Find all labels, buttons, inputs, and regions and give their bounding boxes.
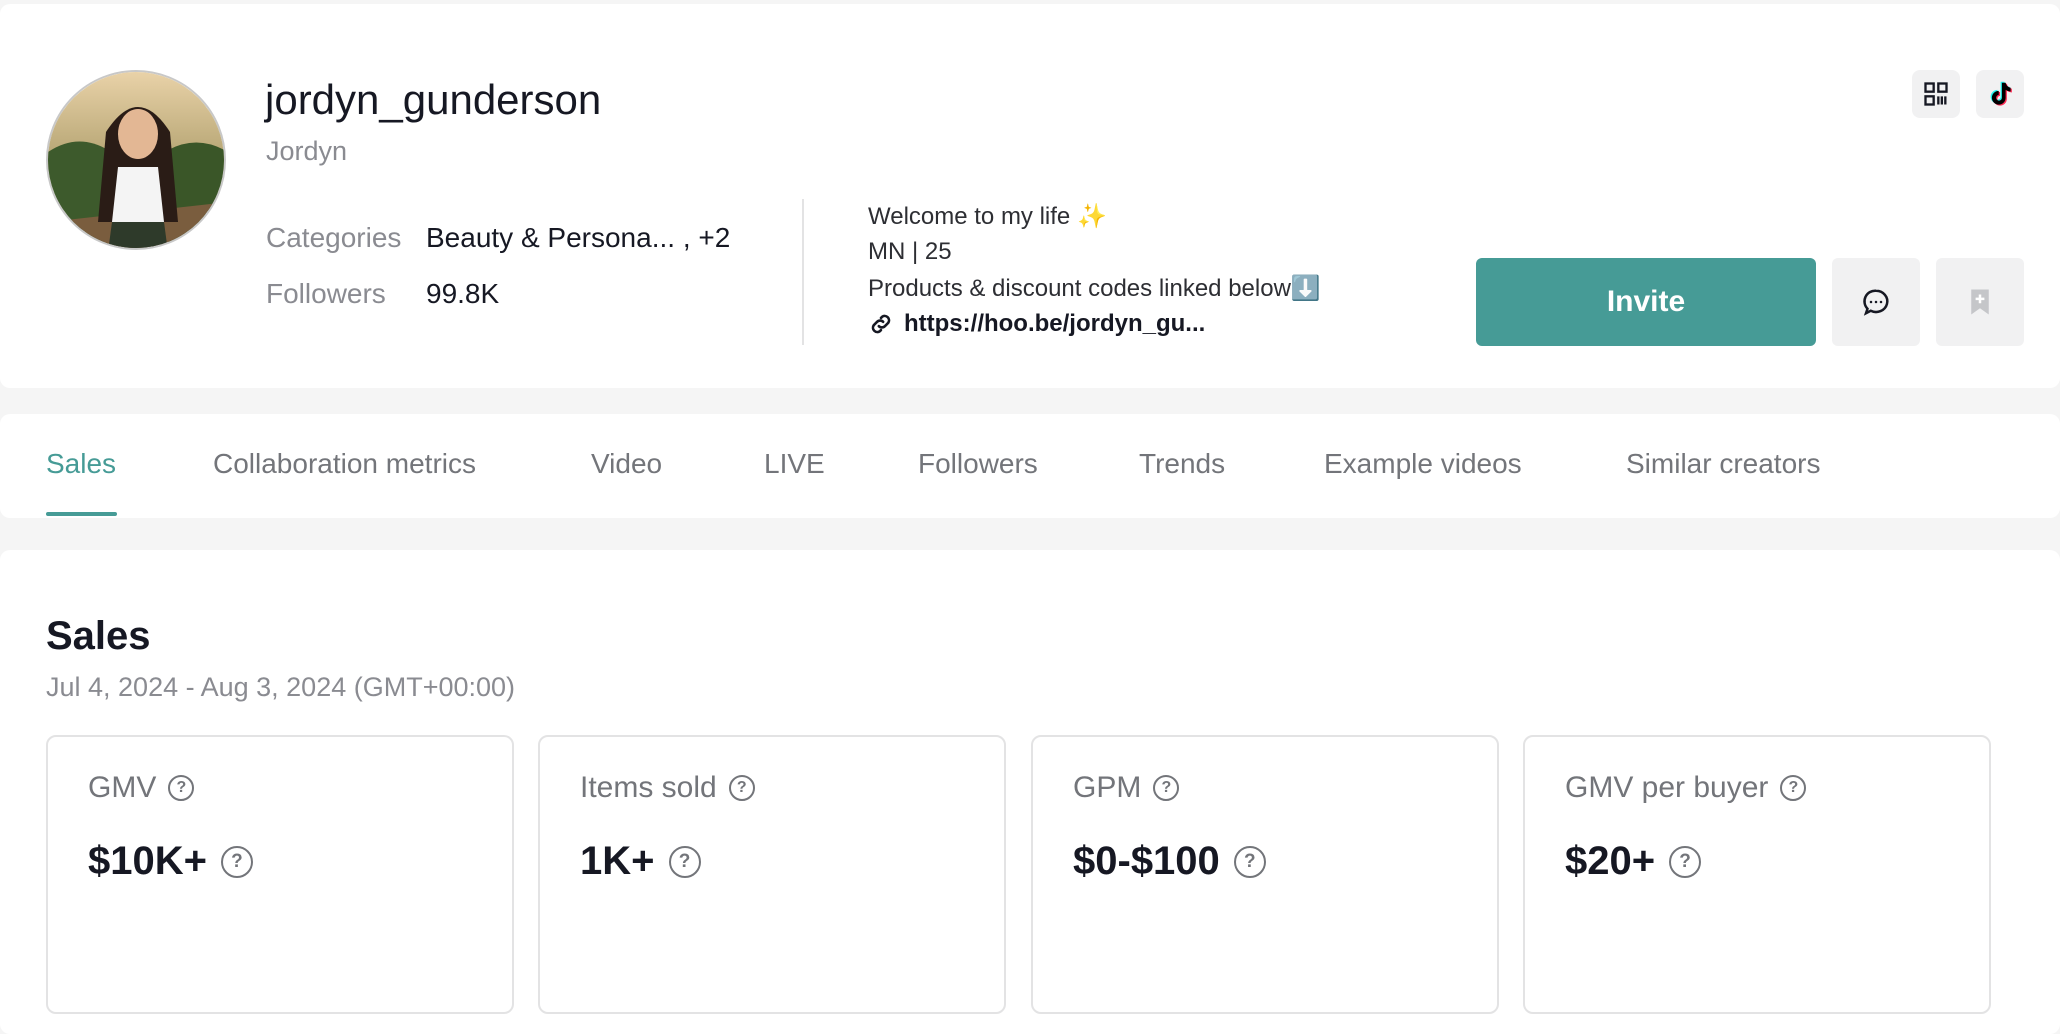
followers-row: Followers 99.8K (266, 278, 499, 310)
message-button[interactable] (1832, 258, 1920, 346)
tab-live[interactable]: LIVE (764, 448, 825, 480)
qr-code-icon (1922, 80, 1950, 108)
categories-row: Categories Beauty & Persona... , +2 (266, 222, 730, 254)
profile-divider (802, 199, 804, 345)
metric-card-items-sold: Items sold ? 1K+ ? (538, 735, 1006, 1014)
avatar (46, 70, 226, 250)
help-icon[interactable]: ? (1780, 775, 1807, 801)
metric-value: 1K+ (580, 839, 655, 883)
metric-label-row: Items sold ? (580, 771, 755, 805)
creator-profile-card: jordyn_gunderson Jordyn Categories Beaut… (0, 4, 2060, 388)
invite-button[interactable]: Invite (1476, 258, 1816, 346)
metric-card-gpm: GPM ? $0-$100 ? (1031, 735, 1499, 1014)
metric-value-row: $0-$100 ? (1073, 839, 1266, 884)
help-icon[interactable]: ? (1669, 845, 1702, 878)
save-creator-button[interactable] (1936, 258, 2024, 346)
active-tab-indicator (46, 512, 117, 516)
metric-label: Items sold (580, 771, 717, 804)
tiktok-button[interactable] (1976, 70, 2024, 118)
help-icon[interactable]: ? (220, 845, 253, 878)
help-icon[interactable]: ? (1233, 845, 1266, 878)
tab-similar-creators[interactable]: Similar creators (1626, 448, 1820, 480)
tab-followers[interactable]: Followers (918, 448, 1038, 480)
metric-value-row: $20+ ? (1565, 839, 1702, 884)
bio-link[interactable]: https://hoo.be/jordyn_gu... (868, 310, 1205, 338)
sales-section: Sales Jul 4, 2024 - Aug 3, 2024 (GMT+00:… (0, 550, 2060, 1034)
metric-label-row: GMV ? (88, 771, 195, 805)
followers-value: 99.8K (426, 278, 500, 309)
message-icon (1861, 287, 1891, 317)
creator-username: jordyn_gunderson (265, 76, 602, 123)
followers-label: Followers (266, 278, 386, 309)
help-icon[interactable]: ? (168, 775, 195, 801)
metric-value: $20+ (1565, 839, 1656, 883)
metric-value-row: $10K+ ? (88, 839, 253, 884)
bio-link-text: https://hoo.be/jordyn_gu... (904, 310, 1206, 337)
creator-nickname: Jordyn (266, 136, 348, 166)
metric-card-gmv-per-buyer: GMV per buyer ? $20+ ? (1523, 735, 1991, 1014)
tab-trends[interactable]: Trends (1139, 448, 1225, 480)
help-icon[interactable]: ? (668, 845, 701, 878)
bio-line: Welcome to my life ✨ (868, 203, 1107, 230)
categories-label: Categories (266, 222, 402, 253)
tiktok-icon (1985, 79, 2015, 109)
tab-sales[interactable]: Sales (46, 448, 116, 480)
metric-value: $10K+ (88, 839, 207, 883)
metric-label: GMV (88, 771, 157, 804)
metric-label-row: GMV per buyer ? (1565, 771, 1807, 805)
categories-value[interactable]: Beauty & Persona... , +2 (426, 222, 730, 254)
bio-line: MN | 25 (868, 238, 952, 265)
tab-collaboration-metrics[interactable]: Collaboration metrics (213, 448, 476, 480)
help-icon[interactable]: ? (1153, 775, 1180, 801)
sales-title: Sales (46, 614, 151, 658)
metric-card-gmv: GMV ? $10K+ ? (46, 735, 514, 1014)
tab-bar: Sales Collaboration metrics Video LIVE F… (0, 414, 2060, 518)
metric-value-row: 1K+ ? (580, 839, 701, 884)
bookmark-add-icon (1965, 287, 1995, 317)
metric-label-row: GPM ? (1073, 771, 1180, 805)
tab-example-videos[interactable]: Example videos (1324, 448, 1522, 480)
bio-line: Products & discount codes linked below⬇️ (868, 275, 1321, 302)
tab-video[interactable]: Video (591, 448, 662, 480)
sales-date-range: Jul 4, 2024 - Aug 3, 2024 (GMT+00:00) (46, 672, 516, 702)
metric-label: GPM (1073, 771, 1142, 804)
metric-value: $0-$100 (1073, 839, 1220, 883)
metric-label: GMV per buyer (1565, 771, 1769, 804)
help-icon[interactable]: ? (728, 775, 755, 801)
qr-code-button[interactable] (1912, 70, 1960, 118)
link-icon (868, 311, 894, 337)
